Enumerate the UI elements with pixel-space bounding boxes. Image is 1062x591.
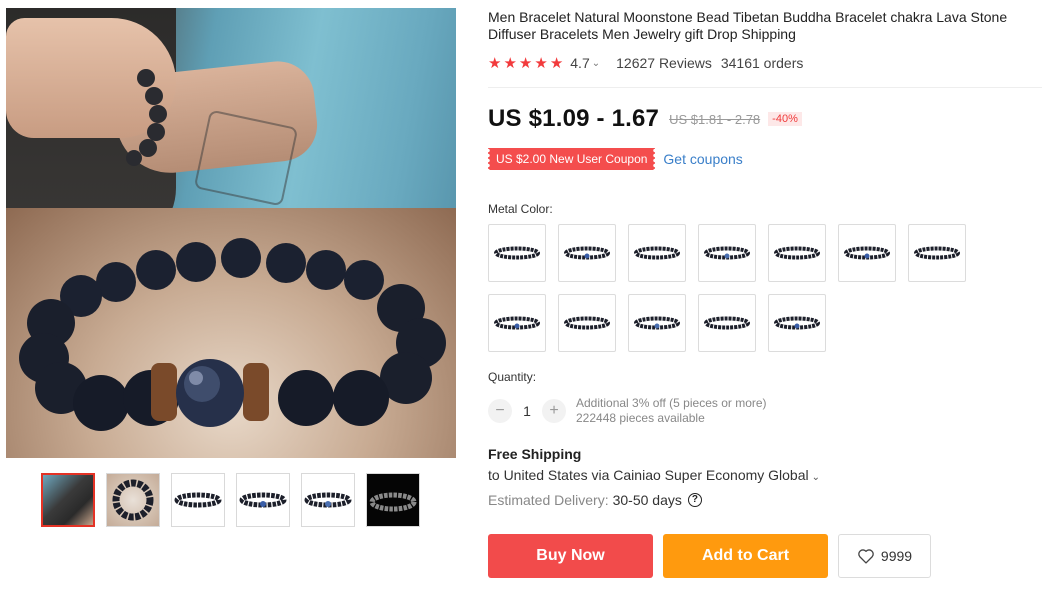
star-icon: ★ xyxy=(534,54,548,72)
chevron-down-icon: ⌄ xyxy=(811,472,821,483)
shipping-route-text: to United States via Cainiao Super Econo… xyxy=(488,467,809,483)
thumbnail-image xyxy=(174,492,222,508)
heart-icon xyxy=(858,549,874,564)
quantity-increase-button[interactable]: + xyxy=(542,399,566,423)
thumbnail-image xyxy=(107,474,159,526)
bracelet-thumbnail xyxy=(564,316,610,330)
stock-available-note: 222448 pieces available xyxy=(576,411,705,425)
bracelet-thumbnail xyxy=(844,246,890,260)
chevron-down-icon[interactable]: ⌄ xyxy=(592,58,600,69)
reviews-link[interactable]: 12627 Reviews xyxy=(616,55,712,71)
variant-swatch-1[interactable] xyxy=(488,224,546,282)
bracelet-thumbnail xyxy=(494,246,540,260)
quantity-value[interactable]: 1 xyxy=(512,403,542,419)
buy-now-button[interactable]: Buy Now xyxy=(488,534,653,578)
variant-swatch-4[interactable] xyxy=(698,224,756,282)
thumbnail-1[interactable] xyxy=(41,473,95,527)
thumbnail-4[interactable] xyxy=(236,473,290,527)
bracelet-thumbnail xyxy=(704,316,750,330)
thumbnail-image xyxy=(239,492,287,508)
get-coupons-link[interactable]: Get coupons xyxy=(663,151,742,167)
thumbnail-image xyxy=(43,475,93,525)
wishlist-count: 9999 xyxy=(880,548,913,564)
bracelet-thumbnail xyxy=(914,246,960,260)
star-rating: ★ ★ ★ ★ ★ xyxy=(488,56,563,71)
thumbnail-3[interactable] xyxy=(171,473,225,527)
variant-swatch-11[interactable] xyxy=(698,294,756,352)
variant-swatch-6[interactable] xyxy=(838,224,896,282)
thumbnail-image xyxy=(367,474,419,526)
star-icon: ★ xyxy=(518,54,533,72)
quantity-stepper: − 1 + Additional 3% off (5 pieces or mor… xyxy=(488,396,767,426)
orders-count: 34161 orders xyxy=(720,55,804,71)
coupon-row: US $2.00 New User Coupon Get coupons xyxy=(485,148,743,170)
product-main-image[interactable] xyxy=(6,8,456,458)
variant-swatch-7[interactable] xyxy=(908,224,966,282)
bracelet-thumbnail xyxy=(634,316,680,330)
rating-score[interactable]: 4.7 xyxy=(570,55,589,71)
quantity-decrease-button[interactable]: − xyxy=(488,399,512,423)
variant-swatch-2[interactable] xyxy=(558,224,616,282)
coupon-badge: US $2.00 New User Coupon xyxy=(485,148,658,170)
bulk-discount-note: Additional 3% off (5 pieces or more) xyxy=(576,396,767,410)
metal-color-label: Metal Color: xyxy=(488,202,553,216)
thumbnail-2[interactable] xyxy=(106,473,160,527)
bracelet-thumbnail xyxy=(634,246,680,260)
free-shipping-title: Free Shipping xyxy=(488,446,582,462)
bracelet-thumbnail xyxy=(564,246,610,260)
price-row: US $1.09 - 1.67 US $1.81 - 2.78 -40% xyxy=(488,105,802,133)
bracelet-illustration xyxy=(19,69,446,431)
rating-row: ★ ★ ★ ★ ★ 4.7 ⌄ 12627 Reviews 34161 orde… xyxy=(488,54,803,72)
quantity-label: Quantity: xyxy=(488,370,537,384)
quantity-notes: Additional 3% off (5 pieces or more) 222… xyxy=(576,396,767,426)
star-icon: ★ xyxy=(488,54,502,72)
add-to-cart-button[interactable]: Add to Cart xyxy=(663,534,828,578)
bracelet-thumbnail xyxy=(774,316,820,330)
star-icon: ★ xyxy=(503,54,517,72)
discount-badge: -40% xyxy=(768,112,802,126)
estimated-delivery: Estimated Delivery: 30-50 days ? xyxy=(488,492,702,508)
variant-swatch-3[interactable] xyxy=(628,224,686,282)
variant-swatch-5[interactable] xyxy=(768,224,826,282)
shipping-method-selector[interactable]: to United States via Cainiao Super Econo… xyxy=(488,467,820,483)
current-price: US $1.09 - 1.67 xyxy=(488,105,660,132)
variant-swatch-8[interactable] xyxy=(488,294,546,352)
divider xyxy=(488,87,1042,88)
variant-swatch-12[interactable] xyxy=(768,294,826,352)
wishlist-button[interactable]: 9999 xyxy=(838,534,931,578)
thumbnail-5[interactable] xyxy=(301,473,355,527)
thumbnail-6[interactable] xyxy=(366,473,420,527)
delivery-value: 30-50 days xyxy=(612,492,682,508)
bracelet-thumbnail xyxy=(704,246,750,260)
bracelet-thumbnail xyxy=(494,316,540,330)
star-icon: ★ xyxy=(549,54,564,72)
original-price: US $1.81 - 2.78 xyxy=(669,111,761,127)
delivery-label: Estimated Delivery: xyxy=(488,492,609,508)
thumbnail-image xyxy=(304,492,352,508)
bracelet-thumbnail xyxy=(774,246,820,260)
variant-swatch-9[interactable] xyxy=(558,294,616,352)
help-icon[interactable]: ? xyxy=(687,493,702,507)
product-title: Men Bracelet Natural Moonstone Bead Tibe… xyxy=(488,9,1008,42)
variant-swatch-10[interactable] xyxy=(628,294,686,352)
